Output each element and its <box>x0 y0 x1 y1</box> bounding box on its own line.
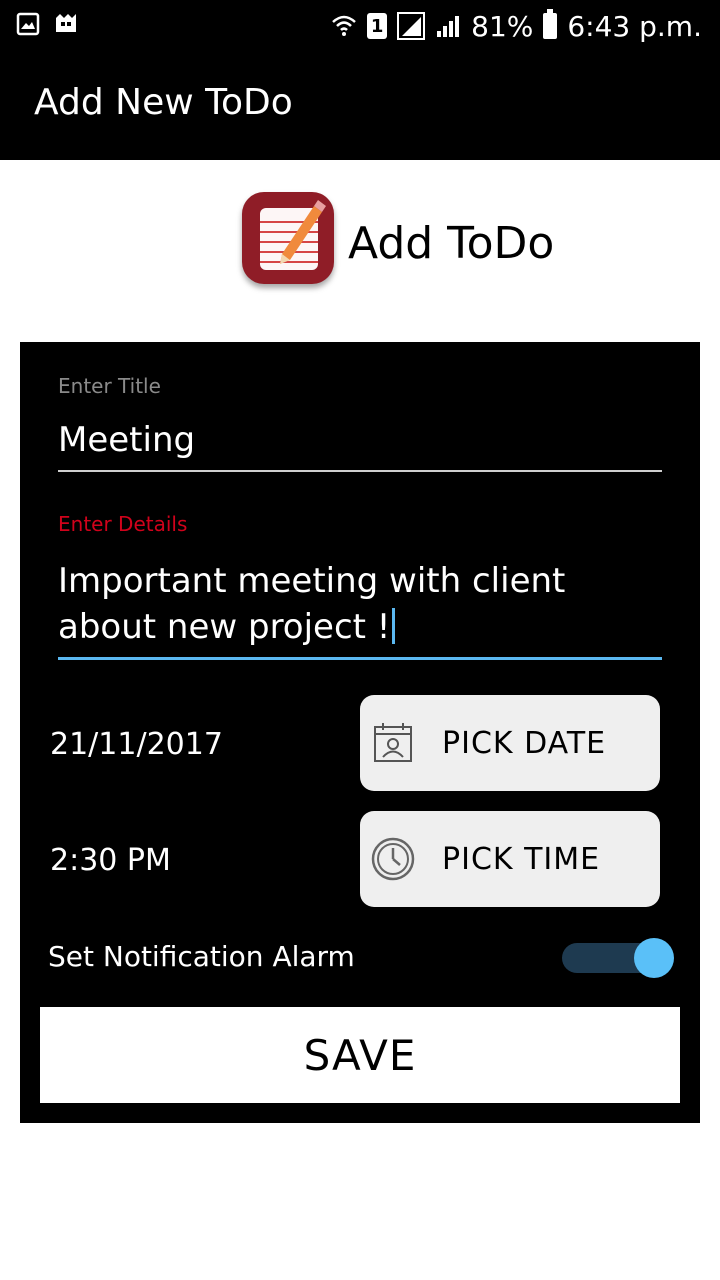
clock-icon <box>371 837 415 881</box>
sim-icon: 1 <box>367 13 388 39</box>
save-button[interactable]: SAVE <box>40 1007 680 1103</box>
status-bar: 1 81% 6:43 p.m. <box>0 0 720 52</box>
status-time: 6:43 p.m. <box>567 9 702 43</box>
notepad-pencil-icon <box>242 192 334 284</box>
pick-time-button[interactable]: PICK TIME <box>360 811 660 907</box>
wifi-icon <box>332 15 356 36</box>
status-bar-left <box>16 12 80 36</box>
text-caret <box>392 608 396 644</box>
status-bar-right: 1 81% 6:43 p.m. <box>331 8 702 44</box>
title-field-label: Enter Title <box>58 374 161 398</box>
details-input-value: Important meeting with client about new … <box>58 561 566 647</box>
app-bar: Add New ToDo <box>0 52 720 160</box>
pick-date-button[interactable]: PICK DATE <box>360 695 660 791</box>
save-button-label: SAVE <box>303 1030 417 1080</box>
pick-date-label: PICK DATE <box>442 725 607 761</box>
gallery-icon <box>16 12 40 36</box>
alarm-label: Set Notification Alarm <box>48 940 355 973</box>
selected-date: 21/11/2017 <box>50 727 223 762</box>
signal-icon <box>437 16 460 37</box>
calendar-icon <box>374 723 412 762</box>
todo-form: Enter Title Meeting Enter Details Import… <box>20 342 700 1123</box>
title-input[interactable]: Meeting <box>58 420 662 472</box>
signal-icon <box>397 12 426 40</box>
battery-percent: 81% <box>471 9 534 43</box>
alarm-toggle[interactable] <box>562 938 674 978</box>
selected-time: 2:30 PM <box>50 843 171 878</box>
notification-app-icon <box>56 14 76 32</box>
pick-time-label: PICK TIME <box>442 841 601 877</box>
app-bar-title: Add New ToDo <box>34 82 293 123</box>
header: Add ToDo <box>0 160 720 342</box>
details-field-label: Enter Details <box>58 512 188 536</box>
alarm-toggle-thumb <box>634 938 674 978</box>
title-input-value: Meeting <box>58 420 196 460</box>
page-title: Add ToDo <box>348 218 555 269</box>
details-input[interactable]: Important meeting with client about new … <box>58 558 662 660</box>
battery-icon <box>543 9 558 39</box>
